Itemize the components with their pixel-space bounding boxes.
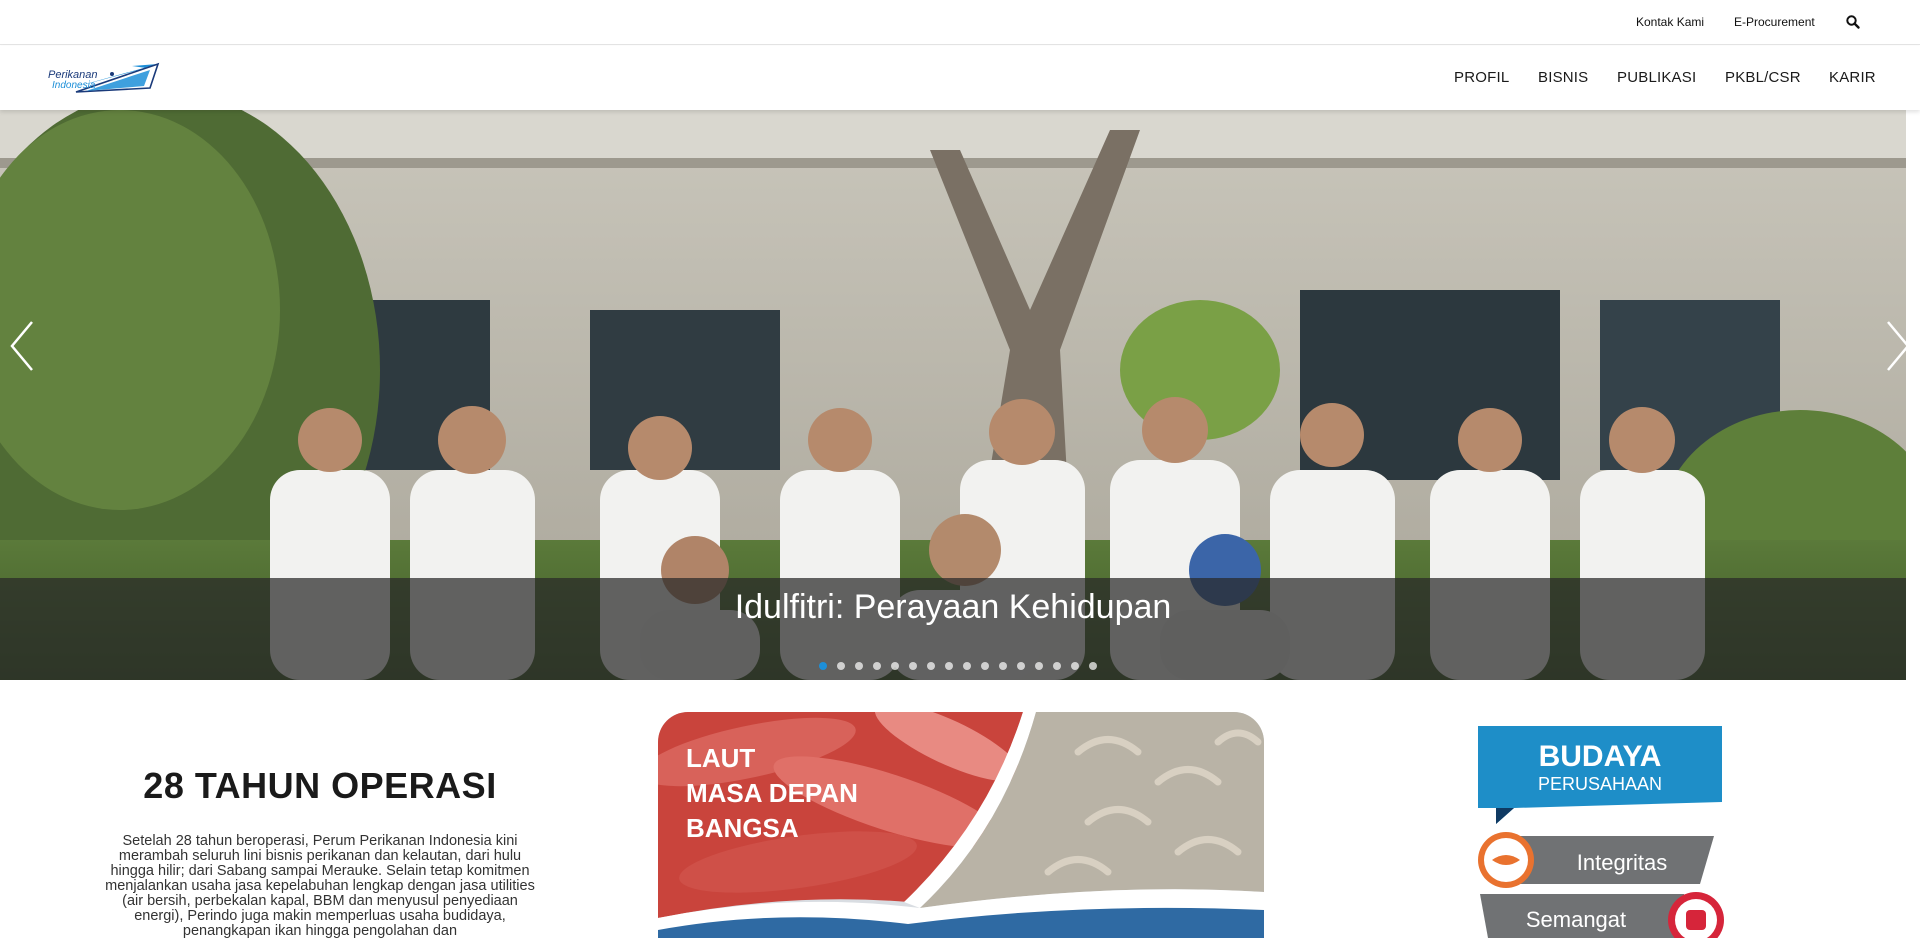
slider-dot[interactable] (945, 662, 953, 670)
nav-karir[interactable]: KARIR (1829, 69, 1876, 86)
logo-text-indonesia: Indonesia (52, 80, 96, 91)
budaya-subtitle: PERUSAHAAN (1538, 774, 1662, 794)
hero-slider: Idulfitri: Perayaan Kehidupan (0, 110, 1906, 680)
hero-caption: Idulfitri: Perayaan Kehidupan (734, 588, 1172, 626)
nav-publikasi[interactable]: PUBLIKASI (1617, 69, 1696, 86)
slider-dot[interactable] (819, 662, 827, 670)
slider-dot[interactable] (837, 662, 845, 670)
promo-line2: MASA DEPAN (686, 778, 858, 808)
promo-line1: LAUT (686, 743, 755, 773)
nav-profil[interactable]: PROFIL (1454, 69, 1509, 86)
info-title: 28 TAHUN OPERASI (143, 765, 497, 806)
nav-bisnis[interactable]: BISNIS (1538, 69, 1588, 86)
slider-dot[interactable] (981, 662, 989, 670)
slider-dot[interactable] (891, 662, 899, 670)
slider-dot[interactable] (855, 662, 863, 670)
slider-prev-arrow-icon[interactable] (8, 316, 38, 376)
slider-dot[interactable] (1035, 662, 1043, 670)
fist-icon (1686, 910, 1706, 930)
slider-dot[interactable] (963, 662, 971, 670)
promo-line3: BANGSA (686, 813, 799, 843)
slider-dot[interactable] (1053, 662, 1061, 670)
value-semangat: Semangat (1526, 907, 1626, 932)
promo-banner-image[interactable]: LAUT MASA DEPAN BANGSA (658, 712, 1264, 938)
e-procurement-link[interactable]: E-Procurement (1734, 15, 1815, 29)
main-navbar: Perikanan Indonesia PROFIL BISNIS PUBLIK… (0, 46, 1920, 110)
slider-dot[interactable] (1089, 662, 1097, 670)
slider-dot[interactable] (1017, 662, 1025, 670)
slider-pagination (819, 662, 1097, 672)
perikanan-indonesia-logo[interactable]: Perikanan Indonesia (46, 58, 160, 96)
info-text: Setelah 28 tahun beroperasi, Perum Perik… (105, 833, 535, 939)
value-integritas: Integritas (1577, 850, 1668, 875)
budaya-perusahaan-graphic[interactable]: BUDAYA PERUSAHAAN Integritas Semangat (1474, 724, 1726, 938)
slider-next-arrow-icon[interactable] (1882, 316, 1906, 376)
nav-pkbl-csr[interactable]: PKBL/CSR (1725, 69, 1801, 86)
slider-dot[interactable] (927, 662, 935, 670)
slider-dot[interactable] (999, 662, 1007, 670)
search-icon[interactable] (1844, 13, 1862, 31)
slider-dot[interactable] (909, 662, 917, 670)
slider-dot[interactable] (873, 662, 881, 670)
slider-dot[interactable] (1071, 662, 1079, 670)
budaya-title: BUDAYA (1539, 740, 1662, 773)
top-utility-bar: Kontak Kami E-Procurement (0, 0, 1920, 45)
kontak-kami-link[interactable]: Kontak Kami (1636, 15, 1704, 29)
